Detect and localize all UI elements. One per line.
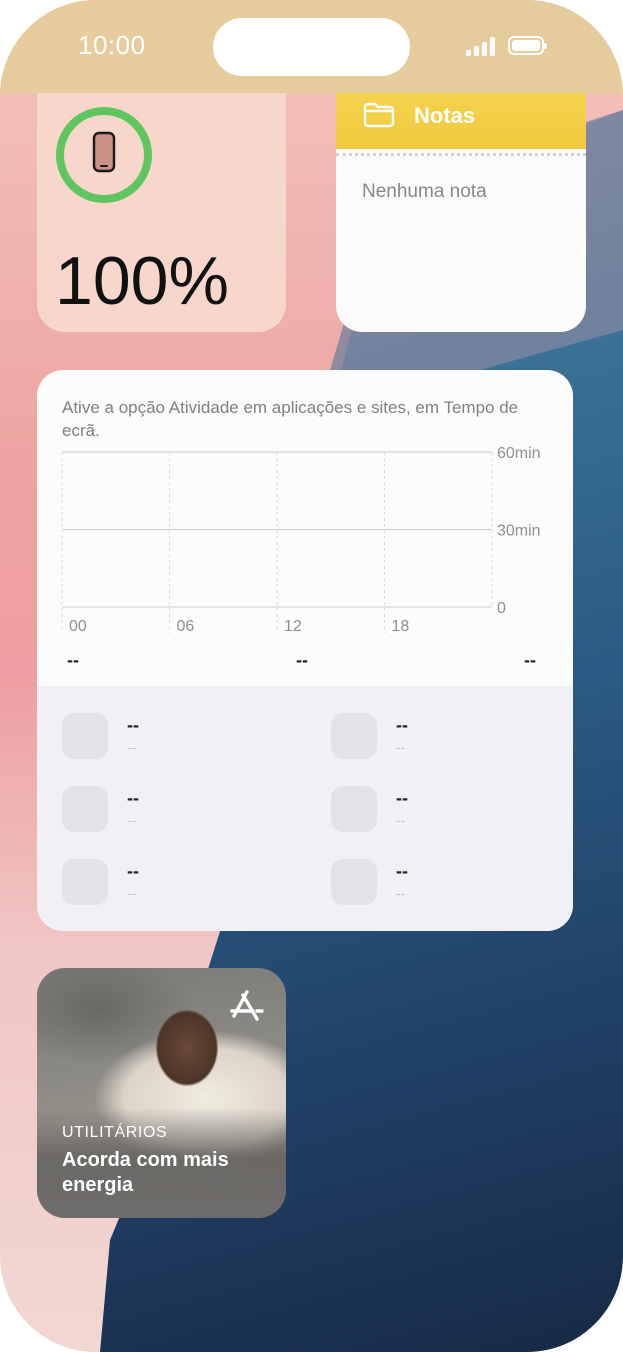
app-placeholder-icon <box>331 859 377 905</box>
x-tick-label: 06 <box>177 618 195 635</box>
total-left: -- <box>67 650 79 670</box>
app-store-icon <box>230 990 264 1021</box>
x-tick-label: 18 <box>392 618 410 635</box>
app-time: -- <box>396 812 406 828</box>
app-store-widget[interactable]: UTILITÁRIOS Acorda com mais energia <box>37 968 286 1218</box>
app-time: -- <box>127 885 137 901</box>
app-name: -- <box>396 861 408 881</box>
app-usage-list: -- -- -- -- -- -- -- -- -- -- -- -- <box>37 686 573 931</box>
screen-time-chart: 60min30min000 06 12 18 <box>61 445 541 635</box>
y-tick-label: 30min <box>497 523 541 540</box>
dynamic-island <box>213 18 410 76</box>
app-usage-item[interactable]: -- -- <box>331 786 551 834</box>
notes-divider <box>336 153 586 156</box>
total-middle: -- <box>296 650 308 670</box>
status-time: 10:00 <box>78 30 146 60</box>
app-usage-item[interactable]: -- -- <box>62 786 282 834</box>
app-store-title: Acorda com mais energia <box>62 1149 229 1196</box>
battery-status-icon <box>508 36 547 55</box>
app-placeholder-icon <box>62 786 108 832</box>
app-name: -- <box>127 715 139 735</box>
app-placeholder-icon <box>62 859 108 905</box>
app-time: -- <box>127 739 137 755</box>
app-name: -- <box>127 788 139 808</box>
iphone-icon <box>92 131 116 173</box>
app-usage-item[interactable]: -- -- <box>62 859 282 907</box>
notes-title: Notas <box>414 103 476 128</box>
notes-header: Notas <box>336 93 586 149</box>
app-name: -- <box>127 861 139 881</box>
y-tick-label: 60min <box>497 445 541 462</box>
app-time: -- <box>127 812 137 828</box>
app-placeholder-icon <box>62 713 108 759</box>
total-right: -- <box>524 650 536 670</box>
y-tick-label: 0 <box>497 600 506 617</box>
notes-empty-text: Nenhuma nota <box>362 181 487 202</box>
app-store-category: UTILITÁRIOS <box>62 1124 168 1141</box>
x-tick-label: 12 <box>284 618 302 635</box>
app-usage-item[interactable]: -- -- <box>62 713 282 761</box>
app-placeholder-icon <box>331 786 377 832</box>
battery-percent: 100% <box>55 243 229 319</box>
app-time: -- <box>396 739 406 755</box>
app-placeholder-icon <box>331 713 377 759</box>
batteries-widget[interactable]: 100% <box>37 88 286 332</box>
app-name: -- <box>396 788 408 808</box>
screen-time-widget[interactable]: Ative a opção Atividade em aplicações e … <box>37 370 573 931</box>
x-tick-label: 00 <box>69 618 87 635</box>
app-usage-item[interactable]: -- -- <box>331 859 551 907</box>
notes-widget[interactable]: Notas Nenhuma nota <box>336 93 586 332</box>
app-time: -- <box>396 885 406 901</box>
app-name: -- <box>396 715 408 735</box>
cellular-signal-icon <box>466 36 498 56</box>
status-bar: 10:00 <box>0 0 623 93</box>
home-screen: 100% Notas Nenhuma nota Ative a opção At… <box>0 0 623 1352</box>
folder-icon <box>363 102 395 128</box>
app-usage-item[interactable]: -- -- <box>331 713 551 761</box>
